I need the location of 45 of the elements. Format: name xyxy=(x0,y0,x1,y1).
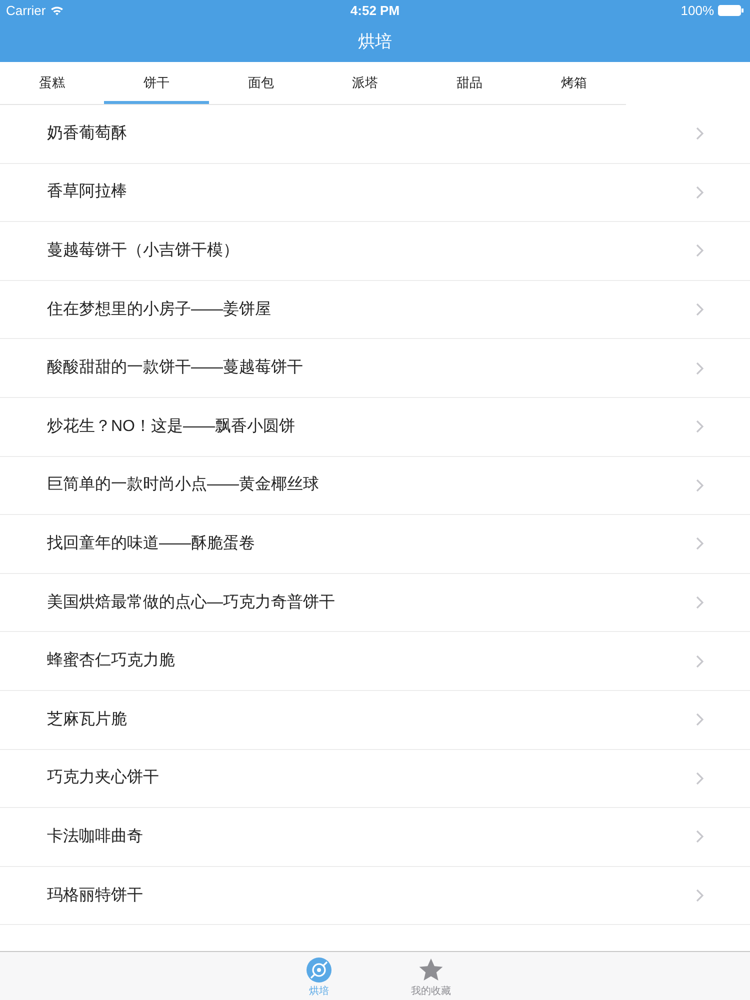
wifi-icon xyxy=(50,5,64,16)
chevron-icon xyxy=(696,244,704,258)
navigation-title: 烘培 xyxy=(358,30,392,53)
chevron-icon xyxy=(696,713,704,726)
chevron-icon xyxy=(696,127,704,140)
chevron-icon xyxy=(696,889,704,902)
recipe-title: 酸酸甜甜的一款饼干——蔓越莓饼干 xyxy=(47,358,304,378)
chevron-icon xyxy=(696,420,704,434)
recipe-title: 玛格丽特饼干 xyxy=(47,886,144,906)
recipe-title: 蜂蜜杏仁巧克力脆 xyxy=(47,650,176,672)
recipe-title: 芝麻瓦片脆 xyxy=(47,710,128,730)
category-tab[interactable]: 烤箱 xyxy=(522,62,626,104)
chevron-icon xyxy=(696,186,704,199)
disc-icon xyxy=(306,957,332,983)
recipe-row[interactable]: 巧克力夹心饼干 xyxy=(0,750,750,808)
recipe-title: 香草阿拉棒 xyxy=(47,182,128,202)
recipe-title: 蔓越莓饼干（小吉饼干模） xyxy=(47,240,240,261)
battery-icon xyxy=(718,5,744,16)
chevron-icon xyxy=(696,772,704,785)
recipe-title: 巨简单的一款时尚小点——黄金椰丝球 xyxy=(47,474,320,496)
category-tab[interactable]: 派塔 xyxy=(312,62,418,104)
category-tab[interactable]: 面包 xyxy=(208,62,313,104)
star-icon xyxy=(418,957,444,983)
recipe-title: 找回童年的味道——酥脆蛋卷 xyxy=(47,534,256,554)
chevron-icon xyxy=(696,654,704,668)
battery-percentage: 100% xyxy=(680,2,714,20)
chevron-icon xyxy=(696,303,704,316)
recipe-title: 住在梦想里的小房子——姜饼屋 xyxy=(47,299,272,320)
recipe-title: 美国烘焙最常做的点心—巧克力奇普饼干 xyxy=(47,592,336,613)
chevron-icon xyxy=(696,537,704,550)
chevron-icon xyxy=(696,478,704,492)
recipe-row[interactable]: 玛格丽特饼干 xyxy=(0,866,750,926)
recipe-title: 奶香葡萄酥 xyxy=(47,124,128,144)
recipe-title: 巧克力夹心饼干 xyxy=(47,768,160,788)
recipe-title: 卡法咖啡曲奇 xyxy=(47,826,144,847)
category-tab[interactable]: 蛋糕 xyxy=(0,62,104,104)
recipe-row[interactable]: 巨简单的一款时尚小点——黄金椰丝球 xyxy=(0,456,750,516)
category-tab[interactable]: 甜品 xyxy=(417,62,522,104)
recipe-title: 炒花生？NO！这是——飘香小圆饼 xyxy=(47,416,296,437)
clock-time: 4:52 PM xyxy=(350,2,400,18)
chevron-icon xyxy=(696,830,704,844)
chevron-icon xyxy=(696,362,704,375)
chevron-icon xyxy=(696,596,704,610)
recipe-row[interactable]: 香草阿拉棒 xyxy=(0,164,750,222)
carrier-label: Carrier xyxy=(6,2,46,20)
